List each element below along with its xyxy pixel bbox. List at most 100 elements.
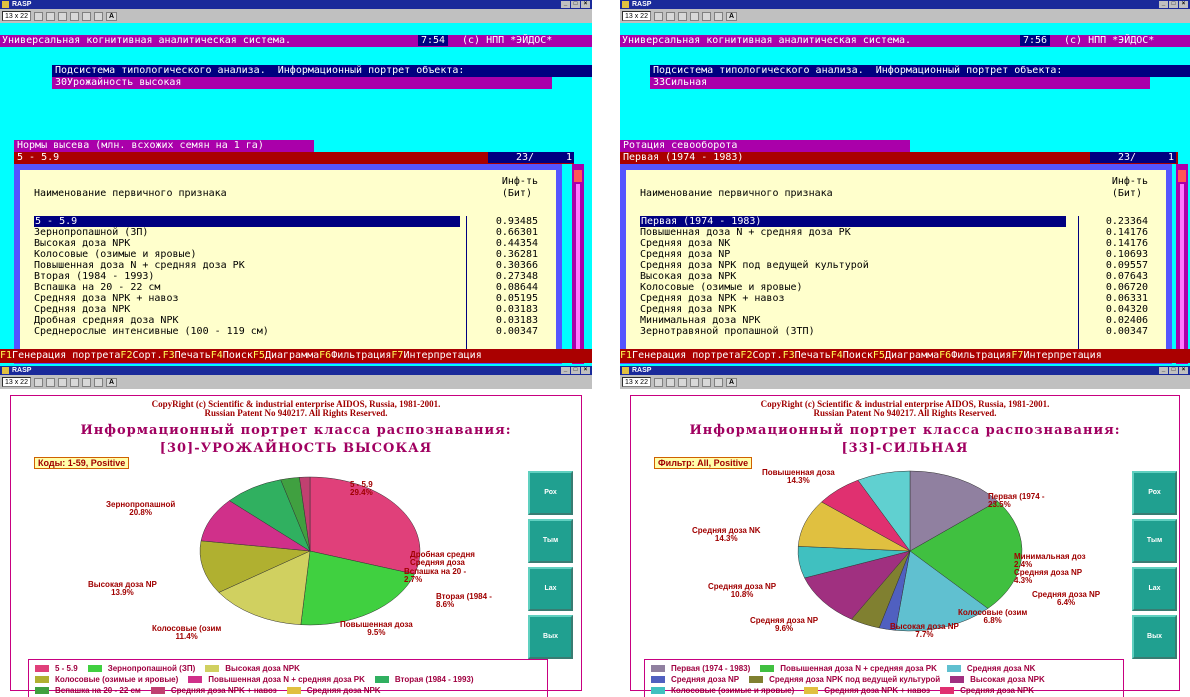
- maximize-button[interactable]: □: [1169, 1, 1178, 8]
- fullscreen-icon[interactable]: [69, 377, 79, 387]
- background-icon[interactable]: [93, 377, 103, 387]
- fkey-label[interactable]: Интерпретация: [403, 350, 481, 361]
- feature-row[interactable]: Средняя доза NPK + навоз 0.06331: [640, 293, 1154, 304]
- fullscreen-icon[interactable]: [69, 11, 79, 21]
- feature-row[interactable]: Зернотравяной пропашной (ЗТП) 0.00347: [640, 326, 1154, 337]
- fkey-label[interactable]: Фильтрация: [951, 350, 1011, 361]
- feature-name: Первая (1974 - 1983): [640, 216, 1066, 227]
- legend-swatch: [35, 665, 49, 672]
- fullscreen-icon[interactable]: [689, 11, 699, 21]
- feature-row[interactable]: Средняя доза NP 0.10693: [640, 249, 1154, 260]
- mark-icon[interactable]: [33, 377, 43, 387]
- font-button[interactable]: A: [725, 11, 737, 21]
- feature-row[interactable]: Колосовые (озимые и яровые) 0.36281: [34, 249, 544, 260]
- font-button[interactable]: A: [105, 377, 117, 387]
- properties-icon[interactable]: [81, 11, 91, 21]
- font-button[interactable]: A: [725, 377, 737, 387]
- scrollbar[interactable]: [572, 164, 584, 364]
- properties-icon[interactable]: [701, 377, 711, 387]
- side-button-3[interactable]: Lax: [528, 567, 573, 611]
- feature-row[interactable]: Колосовые (озимые и яровые) 0.06720: [640, 282, 1154, 293]
- fkey-label[interactable]: Сорт.: [752, 350, 782, 361]
- copy-icon[interactable]: [45, 11, 55, 21]
- paste-icon[interactable]: [57, 377, 67, 387]
- side-button-1[interactable]: Рох: [1132, 471, 1177, 515]
- font-size-select[interactable]: 13 x 22: [2, 11, 31, 21]
- paste-icon[interactable]: [677, 11, 687, 21]
- feature-row[interactable]: Повышенная доза N + средняя доза PK 0.141…: [640, 227, 1154, 238]
- mark-icon[interactable]: [653, 11, 663, 21]
- fkey-label[interactable]: Диаграмма: [885, 350, 939, 361]
- font-size-select[interactable]: 13 x 22: [622, 11, 651, 21]
- fkey-label[interactable]: Генерация портрета: [12, 350, 120, 361]
- side-button-3[interactable]: Lax: [1132, 567, 1177, 611]
- maximize-button[interactable]: □: [571, 367, 580, 374]
- feature-row[interactable]: 5 - 5.9 0.93485: [34, 216, 544, 227]
- feature-row[interactable]: Вспашка на 20 - 22 см 0.08644: [34, 282, 544, 293]
- fkey-label[interactable]: Интерпретация: [1023, 350, 1101, 361]
- properties-icon[interactable]: [701, 11, 711, 21]
- feature-row[interactable]: Вторая (1984 - 1993) 0.27348: [34, 271, 544, 282]
- feature-row[interactable]: Высокая доза NPK 0.44354: [34, 238, 544, 249]
- side-button-1[interactable]: Рох: [528, 471, 573, 515]
- slice-label: Средняя доза NP 6.4%: [1032, 590, 1101, 607]
- side-button-2[interactable]: Тым: [1132, 519, 1177, 563]
- minimize-button[interactable]: _: [561, 367, 570, 374]
- feature-row[interactable]: Высокая доза NPK 0.07643: [640, 271, 1154, 282]
- fkey-label[interactable]: Печать: [795, 350, 831, 361]
- mark-icon[interactable]: [33, 11, 43, 21]
- legend-swatch: [651, 676, 665, 683]
- feature-row[interactable]: Средняя доза NK 0.14176: [640, 238, 1154, 249]
- font-size-select[interactable]: 13 x 22: [2, 377, 31, 387]
- font-size-select[interactable]: 13 x 22: [622, 377, 651, 387]
- fkey-label[interactable]: Генерация портрета: [632, 350, 740, 361]
- legend-swatch: [87, 665, 102, 672]
- scrollbar[interactable]: [1176, 164, 1188, 364]
- close-button[interactable]: ×: [581, 1, 590, 8]
- fkey-label[interactable]: Фильтрация: [331, 350, 391, 361]
- feature-row[interactable]: Зернопропашной (ЗП) 0.66301: [34, 227, 544, 238]
- side-button-2[interactable]: Тым: [528, 519, 573, 563]
- background-icon[interactable]: [713, 11, 723, 21]
- mark-icon[interactable]: [653, 377, 663, 387]
- background-icon[interactable]: [93, 11, 103, 21]
- maximize-button[interactable]: □: [571, 1, 580, 8]
- feature-row[interactable]: Среднерослые интенсивные (100 - 119 см) 0…: [34, 326, 544, 337]
- fkey-label[interactable]: Поиск: [843, 350, 873, 361]
- fkey-label[interactable]: Печать: [175, 350, 211, 361]
- copy-icon[interactable]: [665, 377, 675, 387]
- close-button[interactable]: ×: [1179, 367, 1188, 374]
- feature-row[interactable]: Средняя доза NPK 0.04320: [640, 304, 1154, 315]
- feature-row[interactable]: Средняя доза NPK + навоз 0.05195: [34, 293, 544, 304]
- exit-button[interactable]: Вых: [528, 615, 573, 659]
- close-button[interactable]: ×: [581, 367, 590, 374]
- fullscreen-icon[interactable]: [689, 377, 699, 387]
- minimize-button[interactable]: _: [561, 1, 570, 8]
- feature-row[interactable]: Повышенная доза N + средняя доза PK 0.303…: [34, 260, 544, 271]
- close-button[interactable]: ×: [1179, 1, 1188, 8]
- legend-item: 5 - 5.9: [35, 664, 78, 673]
- copy-icon[interactable]: [665, 11, 675, 21]
- exit-button[interactable]: Вых: [1132, 615, 1177, 659]
- minimize-button[interactable]: _: [1159, 367, 1168, 374]
- paste-icon[interactable]: [57, 11, 67, 21]
- minimize-button[interactable]: _: [1159, 1, 1168, 8]
- properties-icon[interactable]: [81, 377, 91, 387]
- scroll-thumb[interactable]: [574, 170, 582, 182]
- paste-icon[interactable]: [677, 377, 687, 387]
- scroll-thumb[interactable]: [1178, 170, 1186, 182]
- fkey-label[interactable]: Сорт.: [132, 350, 162, 361]
- feature-row[interactable]: Первая (1974 - 1983) 0.23364: [640, 216, 1154, 227]
- copy-icon[interactable]: [45, 377, 55, 387]
- maximize-button[interactable]: □: [1169, 367, 1178, 374]
- font-button[interactable]: A: [105, 11, 117, 21]
- slice-label: Первая (1974 -23.5%: [988, 492, 1045, 509]
- fkey-label[interactable]: Диаграмма: [265, 350, 319, 361]
- feature-row[interactable]: Средняя доза NPK 0.03183: [34, 304, 544, 315]
- feature-row[interactable]: Дробная средняя доза NPK 0.03183: [34, 315, 544, 326]
- background-icon[interactable]: [713, 377, 723, 387]
- column-info-header: Инф-ть (Бит): [1111, 176, 1148, 199]
- fkey-label[interactable]: Поиск: [223, 350, 253, 361]
- feature-row[interactable]: Средняя доза NPK под ведущей культурой 0.…: [640, 260, 1154, 271]
- feature-row[interactable]: Минимальная доза NPK 0.02406: [640, 315, 1154, 326]
